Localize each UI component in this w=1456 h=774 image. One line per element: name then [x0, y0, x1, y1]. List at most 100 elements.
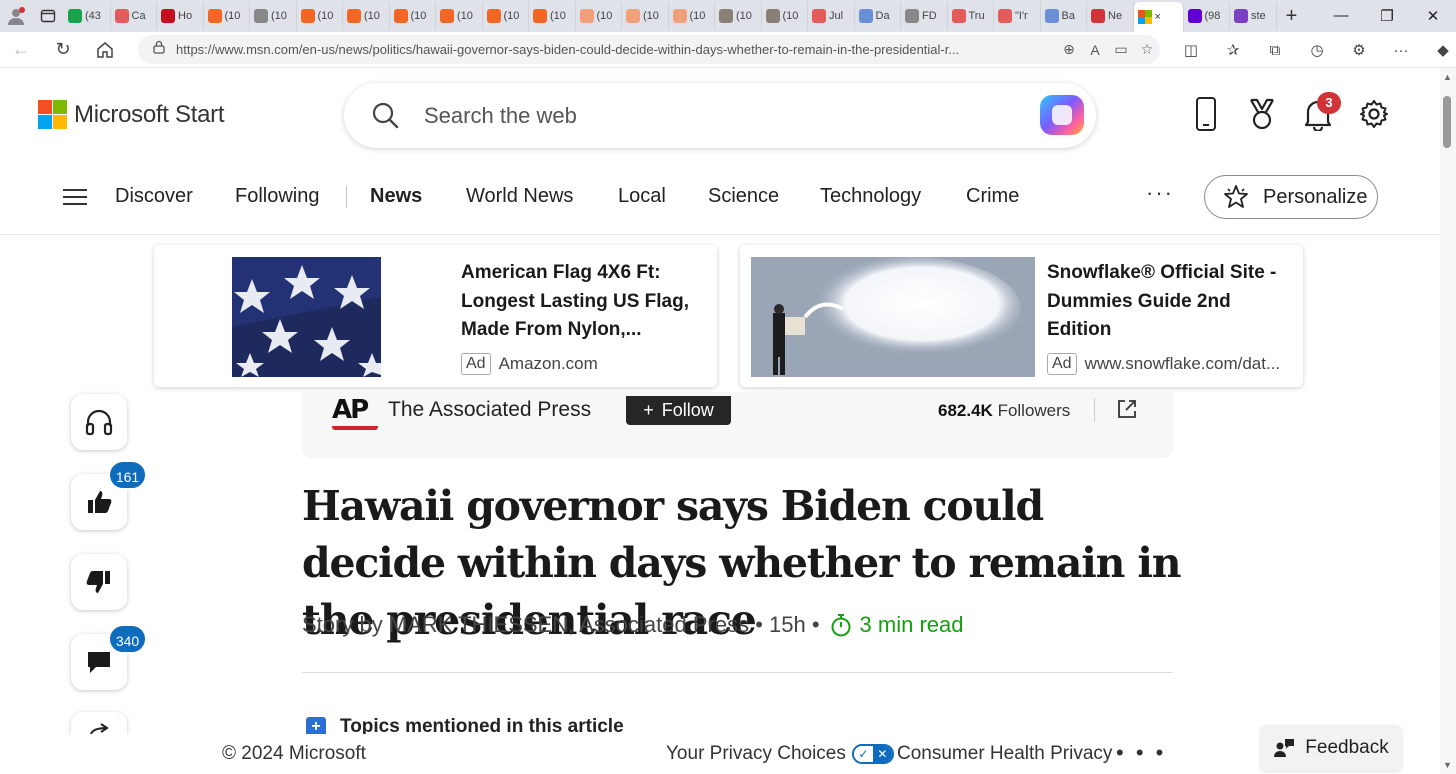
nav-item-news[interactable]: News: [370, 185, 422, 208]
favorites-icon[interactable]: ✰: [1212, 41, 1254, 59]
browser-tab[interactable]: Ho: [157, 2, 204, 30]
browser-tab[interactable]: (10: [436, 2, 483, 30]
extensions-icon[interactable]: ⚙: [1338, 41, 1380, 59]
browser-tab[interactable]: "I'r: [994, 2, 1041, 30]
ad-image-flag[interactable]: [232, 257, 381, 377]
page-scrollbar[interactable]: ▲ ▼: [1440, 68, 1456, 774]
more-categories-button[interactable]: ···: [1146, 180, 1174, 206]
browser-tab[interactable]: (10: [390, 2, 436, 30]
follow-button[interactable]: + Follow: [626, 396, 731, 425]
split-screen-icon[interactable]: ◫: [1170, 41, 1212, 59]
nav-item-crime[interactable]: Crime: [966, 185, 1019, 208]
home-button[interactable]: [84, 32, 126, 68]
share-button[interactable]: [71, 712, 127, 734]
read-time: 3 min read: [830, 612, 964, 638]
rewards-trophy-icon[interactable]: [1242, 94, 1282, 134]
zoom-icon[interactable]: ⊕: [1056, 41, 1082, 58]
search-icon[interactable]: [370, 100, 402, 132]
browser-tab[interactable]: (10: [762, 2, 808, 30]
browser-tab[interactable]: (10: [204, 2, 250, 30]
browser-tab[interactable]: (10: [669, 2, 715, 30]
profile-icon[interactable]: [0, 0, 32, 32]
personalize-label: Personalize: [1263, 185, 1368, 208]
tab-label: Da: [875, 10, 890, 22]
new-tab-button[interactable]: +: [1277, 5, 1307, 28]
scroll-thumb[interactable]: [1443, 96, 1451, 148]
nav-item-discover[interactable]: Discover: [115, 185, 193, 208]
browser-tab[interactable]: Tru: [948, 2, 994, 30]
url-text[interactable]: https://www.msn.com/en-us/news/politics/…: [176, 42, 1056, 57]
tab-favicon-icon: [486, 9, 501, 23]
ad-card-amazon[interactable]: American Flag 4X6 Ft: Longest Lasting US…: [154, 245, 717, 387]
maximize-button[interactable]: ❐: [1364, 7, 1410, 25]
publisher-logo[interactable]: AP: [332, 396, 378, 430]
nav-item-science[interactable]: Science: [708, 185, 779, 208]
dislike-button[interactable]: [71, 554, 127, 610]
search-box[interactable]: [344, 83, 1096, 148]
refresh-button[interactable]: ↻: [42, 32, 84, 68]
browser-tab[interactable]: Ne: [1087, 2, 1134, 30]
publisher-name[interactable]: The Associated Press: [388, 398, 591, 422]
browser-tab[interactable]: (10: [529, 2, 576, 30]
read-aloud-icon[interactable]: A: [1082, 42, 1108, 58]
collections-icon[interactable]: ⧉: [1254, 42, 1296, 59]
feedback-button[interactable]: Feedback: [1260, 725, 1402, 771]
browser-tab[interactable]: (10: [622, 2, 669, 30]
close-window-button[interactable]: ✕: [1410, 7, 1456, 25]
lock-icon[interactable]: [152, 40, 166, 59]
history-icon[interactable]: ◷: [1296, 41, 1338, 59]
immersive-reader-icon[interactable]: ▭: [1108, 41, 1134, 58]
personalize-button[interactable]: Personalize: [1204, 175, 1378, 219]
nav-item-technology[interactable]: Technology: [820, 185, 921, 208]
address-bar[interactable]: https://www.msn.com/en-us/news/politics/…: [138, 35, 1160, 64]
privacy-choices-link[interactable]: Your Privacy Choices ✓ ✕: [666, 743, 894, 765]
browser-tab[interactable]: (10: [250, 2, 297, 30]
browser-tab[interactable]: Da: [855, 2, 901, 30]
copilot-icon[interactable]: [1040, 95, 1084, 135]
hamburger-menu-icon[interactable]: [62, 187, 88, 207]
footer-more-button[interactable]: • • •: [1116, 740, 1166, 766]
ad-source: www.snowflake.com/dat...: [1084, 354, 1281, 373]
listen-button[interactable]: [71, 394, 127, 450]
ad-title[interactable]: Snowflake® Official Site - Dummies Guide…: [1047, 259, 1292, 345]
back-button[interactable]: ←: [0, 32, 42, 68]
nav-item-world-news[interactable]: World News: [466, 185, 573, 208]
browser-tab[interactable]: (43: [64, 2, 111, 30]
browser-tab[interactable]: Ca: [111, 2, 157, 30]
tab-actions-icon[interactable]: [32, 0, 64, 32]
browser-tab-active[interactable]: ×: [1133, 2, 1184, 32]
external-share-icon[interactable]: [1116, 398, 1138, 420]
search-input[interactable]: [424, 102, 984, 129]
nav-item-local[interactable]: Local: [618, 185, 666, 208]
browser-tab[interactable]: (10: [576, 2, 622, 30]
article-byline: Story by MARK THIESSEN, Associated Press…: [302, 612, 963, 638]
publisher-separator: [1094, 398, 1095, 422]
microsoft-start-logo[interactable]: Microsoft Start: [38, 100, 225, 129]
browser-tab[interactable]: (10: [483, 2, 529, 30]
copilot-sidebar-icon[interactable]: ◆: [1422, 41, 1456, 59]
ad-card-snowflake[interactable]: Snowflake® Official Site - Dummies Guide…: [740, 245, 1303, 387]
scroll-down-arrow-icon[interactable]: ▼: [1443, 760, 1452, 770]
headphones-icon: [85, 409, 113, 436]
read-time-label: 3 min read: [859, 612, 964, 637]
scroll-up-arrow-icon[interactable]: ▲: [1443, 72, 1452, 82]
browser-tab[interactable]: ste: [1230, 2, 1277, 30]
settings-gear-icon[interactable]: [1354, 94, 1394, 134]
browser-tab[interactable]: (10: [343, 2, 390, 30]
settings-more-icon[interactable]: ···: [1380, 42, 1422, 59]
close-tab-icon[interactable]: ×: [1155, 11, 1161, 23]
browser-tab[interactable]: FD: [901, 2, 948, 30]
browser-tab[interactable]: Ba: [1041, 2, 1087, 30]
nav-item-following[interactable]: Following: [235, 185, 319, 208]
browser-tab[interactable]: (10: [297, 2, 343, 30]
minimize-button[interactable]: —: [1318, 7, 1364, 25]
browser-tab[interactable]: Jul: [808, 2, 855, 30]
ad-title[interactable]: American Flag 4X6 Ft: Longest Lasting US…: [461, 259, 701, 345]
favorite-star-icon[interactable]: ☆: [1134, 41, 1160, 58]
ad-image-cloud[interactable]: [751, 257, 1035, 377]
phone-icon[interactable]: [1186, 94, 1226, 134]
consumer-health-privacy-link[interactable]: Consumer Health Privacy: [897, 743, 1112, 765]
browser-tab[interactable]: (98: [1184, 2, 1230, 30]
tab-favicon-icon: [951, 9, 966, 23]
browser-tab[interactable]: (10: [715, 2, 762, 30]
